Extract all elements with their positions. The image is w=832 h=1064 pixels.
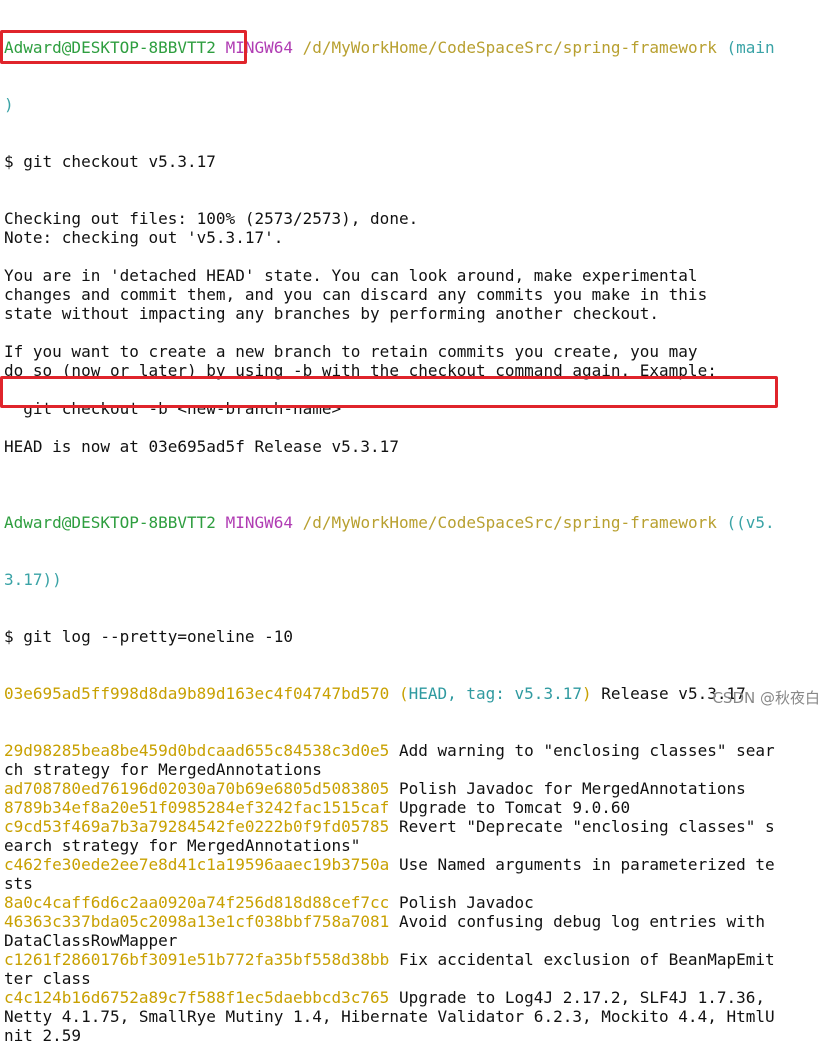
log-list: 29d98285bea8be459d0bdcaad655c84538c3d0e5… (4, 741, 832, 1045)
log-entry: c1261f2860176bf3091e51b772fa35bf558d38bb… (4, 950, 832, 969)
commit-message-wrap: nit 2.59 (4, 1026, 82, 1045)
log-entry: 8a0c4caff6d6c2aa0920a74f256d818d88cef7cc… (4, 893, 832, 912)
output-line: state without impacting any branches by … (4, 304, 660, 323)
checkout-output: Checking out files: 100% (2573/2573), do… (4, 209, 832, 475)
log-entry: c462fe30ede2ee7e8d41c1a19596aaec19b3750a… (4, 855, 832, 874)
output-line: If you want to create a new branch to re… (4, 342, 698, 361)
prompt-path: /d/MyWorkHome/CodeSpaceSrc/spring-framew… (302, 513, 717, 532)
commit-hash: 8789b34ef8a20e51f0985284ef3242fac1515caf (4, 798, 390, 817)
output-line: Checking out files: 100% (2573/2573), do… (4, 209, 419, 228)
commit-message: Use Named arguments in parameterized te (389, 855, 775, 874)
commit-message: Polish Javadoc (389, 893, 534, 912)
log-entry: 8789b34ef8a20e51f0985284ef3242fac1515caf… (4, 798, 832, 817)
log-entry: 29d98285bea8be459d0bdcaad655c84538c3d0e5… (4, 741, 832, 760)
log-entry: c9cd53f469a7b3a79284542fe0222b0f9fd05785… (4, 817, 832, 836)
watermark: CSDN @秋夜白 (712, 689, 820, 707)
prompt-branch: (main (726, 38, 775, 57)
commit-message-wrap: sts (4, 874, 33, 893)
prompt-branch-wrap: 3.17)) (4, 570, 832, 589)
prompt-branch-wrap-text: ) (4, 95, 14, 114)
commit-hash: 46363c337bda05c2098a13e1cf038bbf758a7081 (4, 912, 390, 931)
commit-hash: c1261f2860176bf3091e51b772fa35bf558d38bb (4, 950, 390, 969)
highlight-box-head-commit (0, 376, 778, 408)
command-line: $ git log --pretty=oneline -10 (4, 627, 293, 646)
commit-message: Revert "Deprecate "enclosing classes" s (389, 817, 775, 836)
commit-message-wrap: ter class (4, 969, 91, 988)
prompt-user: Adward@DESKTOP-8BBVTT2 (4, 513, 216, 532)
prompt-branch-wrap-text: 3.17)) (4, 570, 62, 589)
prompt-path: /d/MyWorkHome/CodeSpaceSrc/spring-framew… (302, 38, 717, 57)
commit-message: Polish Javadoc for MergedAnnotations (389, 779, 746, 798)
prompt-branch: ((v5. (726, 513, 775, 532)
commit-hash: c4c124b16d6752a89c7f588f1ec5daebbcd3c765 (4, 988, 390, 1007)
commit-message-wrap: ch strategy for MergedAnnotations (4, 760, 322, 779)
commit-hash: 8a0c4caff6d6c2aa0920a74f256d818d88cef7cc (4, 893, 390, 912)
commit-message: Upgrade to Log4J 2.17.2, SLF4J 1.7.36, (389, 988, 765, 1007)
output-line: HEAD is now at 03e695ad5f Release v5.3.1… (4, 437, 399, 456)
ref-labels: HEAD, tag: v5.3.17 (408, 684, 582, 703)
commit-message-wrap: Netty 4.1.75, SmallRye Mutiny 1.4, Hiber… (4, 1007, 775, 1026)
prompt-branch-wrap: ) (4, 95, 832, 114)
commit-message-wrap: DataClassRowMapper (4, 931, 178, 950)
commit-message: Add warning to "enclosing classes" sear (389, 741, 775, 760)
commit-hash: c462fe30ede2ee7e8d41c1a19596aaec19b3750a (4, 855, 390, 874)
commit-message: Fix accidental exclusion of BeanMapEmit (389, 950, 775, 969)
commit-hash: 29d98285bea8be459d0bdcaad655c84538c3d0e5 (4, 741, 390, 760)
commit-message: Avoid confusing debug log entries with (389, 912, 765, 931)
log-entry: c4c124b16d6752a89c7f588f1ec5daebbcd3c765… (4, 988, 832, 1007)
commit-message: Upgrade to Tomcat 9.0.60 (389, 798, 631, 817)
prompt-env: MINGW64 (225, 513, 293, 532)
output-line: You are in 'detached HEAD' state. You ca… (4, 266, 698, 285)
ref-open: ( (389, 684, 409, 703)
log-head-line: 03e695ad5ff998d8da9b89d163ec4f04747bd570… (4, 684, 832, 703)
ref-close: ) (581, 684, 592, 703)
commit-hash: c9cd53f469a7b3a79284542fe0222b0f9fd05785 (4, 817, 390, 836)
highlight-box-checkout (0, 30, 247, 64)
output-line: changes and commit them, and you can dis… (4, 285, 708, 304)
log-entry: 46363c337bda05c2098a13e1cf038bbf758a7081… (4, 912, 832, 931)
log-entry: ad708780ed76196d02030a70b69e6805d5083805… (4, 779, 832, 798)
commit-hash: 03e695ad5ff998d8da9b89d163ec4f04747bd570 (4, 684, 390, 703)
prompt-line: Adward@DESKTOP-8BBVTT2 MINGW64 /d/MyWork… (4, 513, 832, 532)
commit-hash: ad708780ed76196d02030a70b69e6805d5083805 (4, 779, 390, 798)
commit-message-wrap: earch strategy for MergedAnnotations" (4, 836, 361, 855)
command-line: $ git checkout v5.3.17 (4, 152, 216, 171)
terminal-output: Adward@DESKTOP-8BBVTT2 MINGW64 /d/MyWork… (4, 0, 832, 1064)
output-line: Note: checking out 'v5.3.17'. (4, 228, 284, 247)
